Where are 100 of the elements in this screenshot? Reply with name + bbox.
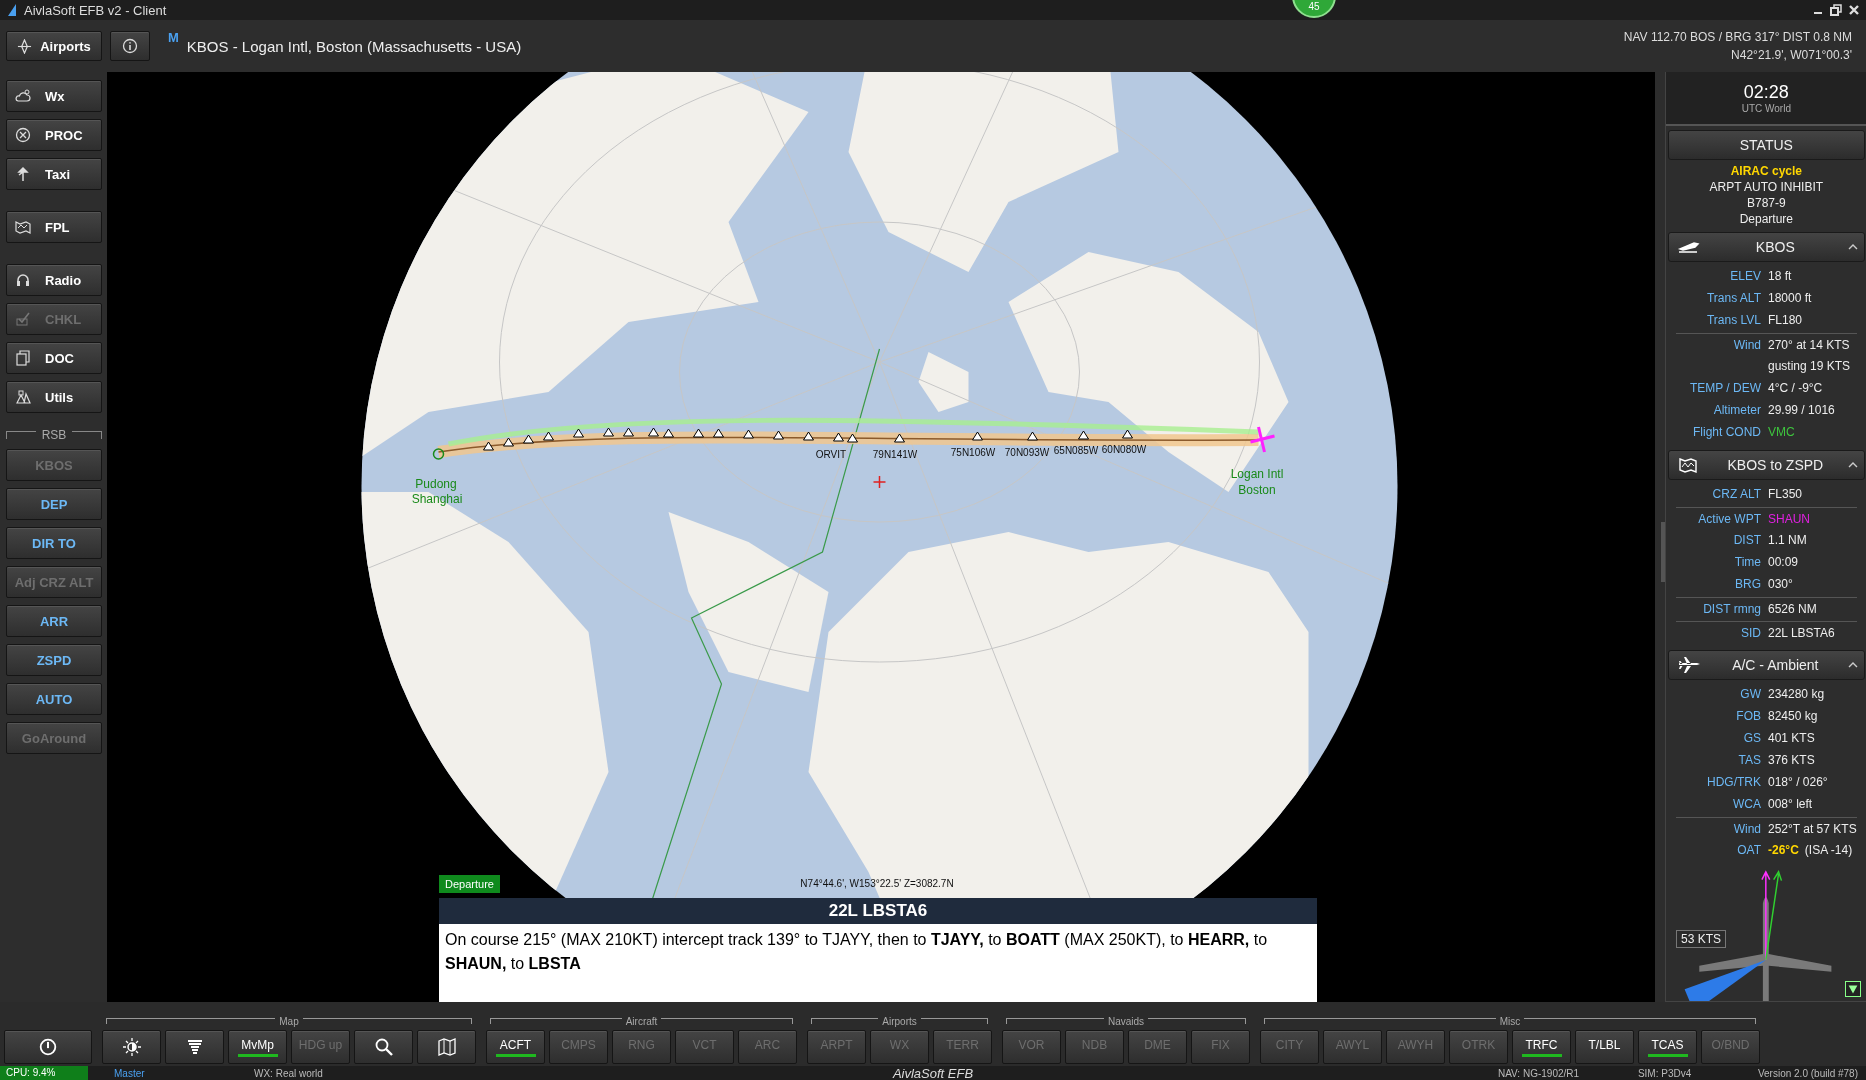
waypoint-icon	[663, 428, 674, 438]
field-label: OAT	[1736, 843, 1761, 857]
group-label: Misc	[1499, 1015, 1521, 1027]
waypoint-icon	[1078, 430, 1089, 440]
sidebar-button[interactable]: DOC	[6, 342, 102, 374]
rsb-button[interactable]: AUTO	[6, 683, 102, 715]
sidebar-button[interactable]: Utils	[6, 381, 102, 413]
nav-database: NAV: NG-1902/R1	[1497, 1067, 1581, 1079]
field-label: Altimeter	[1712, 403, 1761, 417]
section-header[interactable]: A/C - Ambient	[1668, 650, 1865, 680]
info-icon	[122, 38, 138, 54]
toolbar-button[interactable]	[102, 1030, 161, 1064]
field-value: FL350	[1768, 487, 1803, 501]
group-label: Navaids	[1107, 1015, 1145, 1027]
field-value: 252°T at 57 KTS	[1768, 821, 1857, 836]
section-header[interactable]: KBOS to ZSPD	[1668, 450, 1865, 480]
rsb-button[interactable]: ARR	[6, 605, 102, 637]
group-label: Aircraft	[625, 1015, 658, 1027]
checkmark-icon	[15, 311, 31, 327]
field-label: Time	[1733, 555, 1761, 569]
sidebar-button[interactable]: FPL	[6, 211, 102, 243]
waypoint-icon	[603, 427, 614, 437]
toolbar-toggle[interactable]: MvMp	[228, 1030, 287, 1064]
toolbar-toggle[interactable]: TCAS	[1638, 1030, 1697, 1064]
section-header[interactable]: KBOS	[1668, 232, 1865, 262]
field-value: 008° left	[1768, 797, 1813, 811]
info-button[interactable]	[110, 31, 150, 61]
procedure-description: On course 215° (MAX 210KT) intercept track 139° to TJAYY, then to TJAYY, to BOATT (MAX 250KT), to HEARR, to SHAUN, to LBSTA	[444, 930, 1269, 974]
toolbar-toggle[interactable]: T/LBL	[1575, 1030, 1634, 1064]
airport-label: Shanghai	[411, 492, 463, 506]
sidebar-button[interactable]: Taxi	[6, 158, 102, 190]
toolbar-button[interactable]	[354, 1030, 413, 1064]
bracket-line	[920, 1018, 988, 1024]
toolbar-toggle[interactable]: TRFC	[1512, 1030, 1571, 1064]
waypoint-icon	[773, 430, 784, 440]
toolbar-button[interactable]	[417, 1030, 476, 1064]
rsb-button[interactable]: DEP	[6, 488, 102, 520]
collapse-toggle[interactable]	[1844, 981, 1861, 997]
field-value: 234280 kg	[1768, 687, 1825, 701]
airport-label: Pudong	[415, 477, 457, 491]
field-label: SID	[1740, 625, 1761, 640]
field-value: 018° / 026°	[1768, 775, 1828, 789]
waypoint-icon	[833, 432, 844, 442]
power-button[interactable]	[4, 1030, 92, 1064]
field-value: gusting 19 KTS	[1768, 359, 1851, 373]
cloud-sun-icon	[15, 88, 31, 104]
close-icon[interactable]	[1848, 4, 1860, 16]
field-value: 29.99 / 1016	[1768, 403, 1835, 417]
rsb-button[interactable]: ZSPD	[6, 644, 102, 676]
field-value: 18000 ft	[1768, 291, 1812, 305]
wind-speed-label: 53 KTS	[1676, 930, 1727, 948]
waypoint-icon	[803, 431, 814, 441]
window-title: AivlaSoft EFB v2 - Client	[24, 2, 167, 18]
destination-airport-icon	[432, 448, 445, 460]
sidebar-button[interactable]: PROC	[6, 119, 102, 151]
app-icon	[6, 3, 18, 17]
headset-icon	[15, 272, 31, 288]
field-label: BRG	[1734, 577, 1761, 591]
field-value: 6526 NM	[1768, 601, 1817, 616]
waypoint-label: ORVIT	[815, 449, 847, 460]
waypoint-icon	[713, 428, 724, 438]
toolbar-button[interactable]	[165, 1030, 224, 1064]
position-coordinates: N42°21.9', W071°00.3'	[1731, 48, 1852, 62]
section-label: RSB	[41, 428, 67, 442]
restore-icon[interactable]	[1830, 4, 1842, 16]
field-value: 376 KTS	[1768, 753, 1815, 767]
field-label: DIST rmng	[1702, 601, 1761, 616]
brightness-icon	[121, 1037, 142, 1057]
airports-button[interactable]: Airports	[6, 31, 102, 61]
caret-icon[interactable]	[1847, 661, 1858, 669]
toolbar-toggle[interactable]: ACFT	[486, 1030, 545, 1064]
sidebar-button[interactable]: Wx	[6, 80, 102, 112]
field-note: (ISA -14)	[1804, 843, 1853, 857]
navaid-info: NAV 112.70 BOS / BRG 317° DIST 0.8 NM	[1623, 30, 1852, 44]
field-label: Wind	[1732, 821, 1761, 836]
sidebar-button[interactable]: Radio	[6, 264, 102, 296]
caret-icon[interactable]	[1847, 243, 1858, 251]
compass-icon	[17, 38, 33, 54]
bracket-line	[811, 1018, 879, 1024]
field-value: 270° at 14 KTS	[1768, 337, 1850, 352]
scrollbar-thumb[interactable]	[1661, 522, 1665, 582]
field-value: 1.1 NM	[1768, 533, 1807, 547]
waypoint-label: 60N080W	[1101, 444, 1147, 455]
waypoint-icon	[1122, 429, 1133, 439]
waypoint-icon	[523, 434, 534, 444]
field-value: SHAUN	[1768, 511, 1810, 526]
cpu-usage: CPU: 9.4%	[0, 1066, 88, 1080]
aircraft-icon	[1249, 425, 1276, 454]
status-header[interactable]: STATUS	[1668, 130, 1865, 160]
flight-phase-tag: Departure	[439, 875, 500, 893]
field-label: Flight COND	[1692, 425, 1761, 439]
rsb-button[interactable]: DIR TO	[6, 527, 102, 559]
waypoint-icon	[573, 428, 584, 438]
field-label: GS	[1742, 731, 1761, 745]
weather-source: WX: Real world	[254, 1067, 324, 1079]
field-value: VMC	[1768, 425, 1795, 439]
field-value: 030°	[1768, 577, 1793, 591]
caret-icon[interactable]	[1847, 461, 1858, 469]
field-label: HDG/TRK	[1706, 775, 1761, 789]
notification-badge: 45	[1292, 0, 1336, 18]
